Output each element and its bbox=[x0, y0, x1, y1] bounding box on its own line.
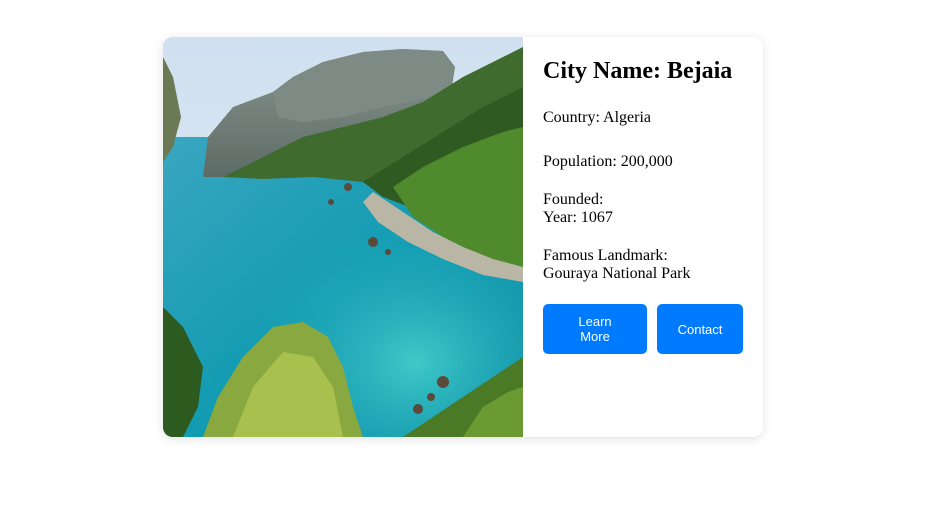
landmark-label: Famous Landmark: bbox=[543, 247, 668, 264]
founded-label: Founded: bbox=[543, 191, 604, 208]
city-title: City Name: Bejaia bbox=[543, 58, 733, 84]
coastline-image bbox=[163, 37, 523, 437]
contact-label: Contact bbox=[677, 321, 723, 337]
population-text: Population: 200,000 bbox=[543, 153, 673, 170]
action-buttons: Learn More Contact bbox=[543, 304, 743, 354]
learn-more-label: Learn More bbox=[578, 314, 612, 344]
city-info-panel: City Name: Bejaia Country: Algeria Popul… bbox=[523, 37, 763, 437]
contact-button[interactable]: Contact bbox=[657, 304, 743, 354]
founded-block: Founded: Year: 1067 bbox=[543, 191, 613, 227]
learn-more-button[interactable]: Learn More bbox=[543, 304, 647, 354]
landmark-name: Gouraya National Park bbox=[543, 265, 691, 282]
founded-year: Year: 1067 bbox=[543, 209, 613, 226]
country-text: Country: Algeria bbox=[543, 109, 651, 126]
city-card: City Name: Bejaia Country: Algeria Popul… bbox=[163, 37, 763, 437]
landmark-block: Famous Landmark: Gouraya National Park bbox=[543, 247, 691, 283]
city-photo bbox=[163, 37, 523, 437]
